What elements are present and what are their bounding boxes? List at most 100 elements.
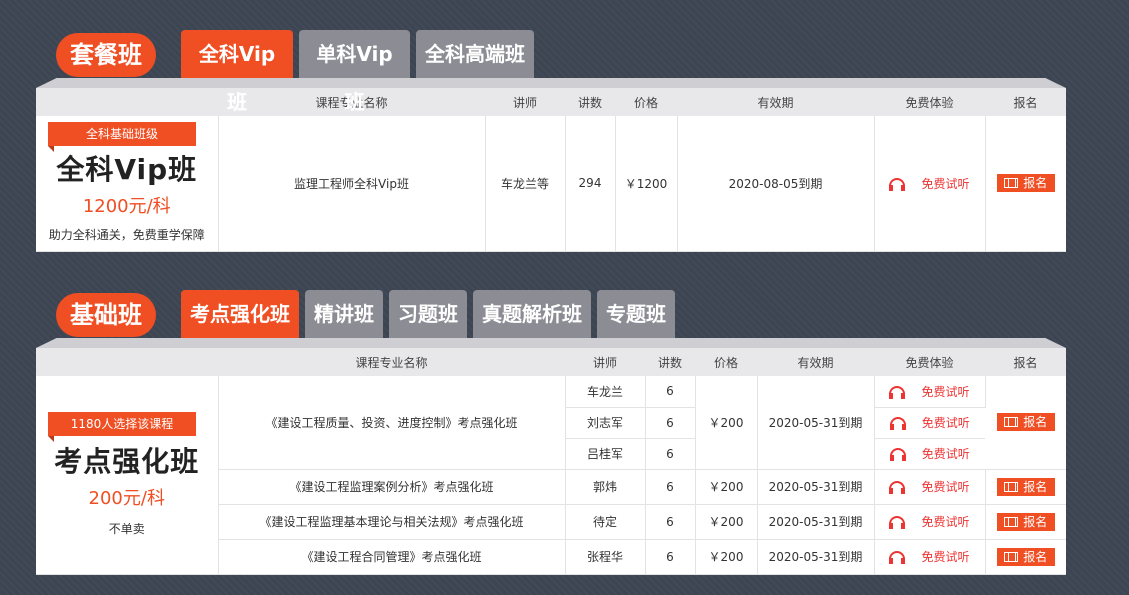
course-name: 《建设工程质量、投资、进度控制》考点强化班 — [218, 376, 566, 470]
basic-section: 基础班 考点强化班 精讲班 习题班 真题解析班 专题班 课程专业名称 讲师 讲数… — [36, 290, 1066, 575]
promo-price: 1200元/科 — [82, 196, 171, 217]
signup-label: 报名 — [1023, 479, 1048, 494]
promo-title: 考点强化班 — [54, 445, 200, 478]
teacher: 张程华 — [565, 539, 646, 575]
col-price: 价格 — [615, 88, 677, 116]
promo-price: 200元/科 — [88, 488, 165, 509]
validity: 2020-05-31到期 — [757, 376, 875, 470]
signup-button[interactable]: 报名 — [996, 547, 1055, 566]
section-label-basic: 基础班 — [56, 293, 156, 337]
lessons: 6 — [645, 407, 696, 439]
lessons: 6 — [645, 504, 696, 540]
free-trial-link[interactable]: 免费试听 — [889, 515, 970, 529]
col-lessons: 讲数 — [645, 348, 695, 376]
signup-cell: 报名 — [985, 116, 1066, 252]
course-name: 《建设工程监理案例分析》考点强化班 — [218, 469, 566, 505]
basic-table: 课程专业名称 讲师 讲数 价格 有效期 免费体验 报名 1180人选择该课程 考… — [36, 348, 1066, 575]
table-row: 全科基础班级 全科Vip班 1200元/科 助力全科通关，免费重学保障 监理工程… — [36, 116, 1066, 252]
col-lessons: 讲数 — [565, 88, 615, 116]
signup-cell: 报名 — [985, 376, 1066, 470]
free-trial-label: 免费试听 — [921, 550, 970, 564]
free-trial-label: 免费试听 — [921, 447, 970, 461]
free-trial-link[interactable]: 免费试听 — [889, 480, 970, 494]
validity: 2020-05-31到期 — [757, 539, 875, 575]
tab-all-vip[interactable]: 全科Vip班 — [181, 30, 293, 114]
course-name: 《建设工程监理基本理论与相关法规》考点强化班 — [218, 504, 566, 540]
lessons: 6 — [645, 469, 696, 505]
signup-label: 报名 — [1023, 549, 1048, 564]
free-trial-label: 免费试听 — [921, 384, 970, 399]
headphone-icon — [889, 516, 906, 529]
signup-label: 报名 — [1023, 514, 1048, 529]
col-price: 价格 — [695, 348, 757, 376]
tab-single-vip[interactable]: 单科Vip班 — [299, 30, 410, 114]
promo-title: 全科Vip班 — [56, 153, 198, 186]
headphone-icon — [889, 481, 906, 494]
free-trial-link[interactable]: 免费试听 — [889, 550, 970, 564]
free-trial-label: 免费试听 — [921, 416, 970, 430]
tab-past-exam[interactable]: 真题解析班 — [473, 290, 591, 338]
free-trial-link[interactable]: 免费试听 — [889, 447, 970, 461]
teacher: 车龙兰 — [565, 376, 646, 408]
promo-flag: 1180人选择该课程 — [48, 412, 196, 442]
lessons: 294 — [565, 116, 616, 252]
headphone-icon — [889, 417, 906, 430]
signup-button[interactable]: 报名 — [996, 477, 1055, 496]
free-trial-link[interactable]: 免费试听 — [889, 416, 970, 430]
cart-icon — [1004, 178, 1019, 189]
teacher: 吕桂军 — [565, 438, 646, 470]
col-course-name: 课程专业名称 — [218, 348, 565, 376]
tab-topic[interactable]: 专题班 — [597, 290, 675, 338]
teacher: 车龙兰等 — [485, 116, 566, 252]
headphone-icon — [889, 177, 906, 191]
price: ￥200 — [695, 469, 758, 505]
trial-cell: 免费试听 — [874, 407, 985, 439]
basic-tab-bar: 基础班 考点强化班 精讲班 习题班 真题解析班 专题班 — [36, 290, 1066, 338]
signup-button[interactable]: 报名 — [996, 174, 1055, 193]
free-trial-label: 免费试听 — [921, 176, 970, 191]
package-table: 课程专业名称 讲师 讲数 价格 有效期 免费体验 报名 全科基础班级 全科Vip… — [36, 88, 1066, 252]
free-trial-link[interactable]: 免费试听 — [889, 384, 970, 399]
section-label-package: 套餐班 — [56, 33, 156, 77]
promo-card: 全科基础班级 全科Vip班 1200元/科 助力全科通关，免费重学保障 — [36, 116, 219, 252]
headphone-icon — [889, 385, 906, 399]
price: ￥200 — [695, 504, 758, 540]
tab-exercise[interactable]: 习题班 — [389, 290, 467, 338]
tab-premium[interactable]: 全科高端班 — [416, 30, 534, 78]
col-validity: 有效期 — [677, 88, 874, 116]
cart-icon — [1004, 516, 1019, 527]
free-trial-link[interactable]: 免费试听 — [889, 176, 970, 191]
headphone-icon — [889, 551, 906, 564]
price: ￥200 — [695, 539, 758, 575]
tab-key-points[interactable]: 考点强化班 — [181, 290, 299, 338]
col-empty — [36, 348, 218, 376]
table-row: 1180人选择该课程 考点强化班 200元/科 不单卖 《建设工程质量、投资、进… — [36, 376, 1066, 575]
price: ￥1200 — [615, 116, 678, 252]
signup-button[interactable]: 报名 — [996, 512, 1055, 531]
cart-icon — [1004, 551, 1019, 562]
col-signup: 报名 — [985, 348, 1066, 376]
price: ￥200 — [695, 376, 758, 470]
free-trial-label: 免费试听 — [921, 515, 970, 529]
teacher: 刘志军 — [565, 407, 646, 439]
lessons: 6 — [645, 539, 696, 575]
course-name: 《建设工程合同管理》考点强化班 — [218, 539, 566, 575]
cart-icon — [1004, 481, 1019, 492]
teacher: 郭炜 — [565, 469, 646, 505]
package-section: 套餐班 全科Vip班 单科Vip班 全科高端班 课程专业名称 讲师 讲数 价格 … — [36, 30, 1066, 252]
col-validity: 有效期 — [757, 348, 874, 376]
trial-cell: 免费试听 — [874, 376, 986, 408]
headphone-icon — [889, 448, 906, 461]
col-trial: 免费体验 — [874, 88, 985, 116]
lessons: 6 — [645, 438, 696, 470]
tab-lecture[interactable]: 精讲班 — [305, 290, 383, 338]
signup-button[interactable]: 报名 — [996, 413, 1055, 432]
promo-desc: 助力全科通关，免费重学保障 — [48, 228, 205, 242]
course-name: 监理工程师全科Vip班 — [218, 116, 486, 252]
signup-label: 报名 — [1023, 176, 1048, 191]
validity: 2020-05-31到期 — [757, 469, 875, 505]
col-trial: 免费体验 — [874, 348, 985, 376]
teacher: 待定 — [565, 504, 646, 540]
trial-cell: 免费试听 — [874, 438, 985, 470]
validity: 2020-05-31到期 — [757, 504, 875, 540]
